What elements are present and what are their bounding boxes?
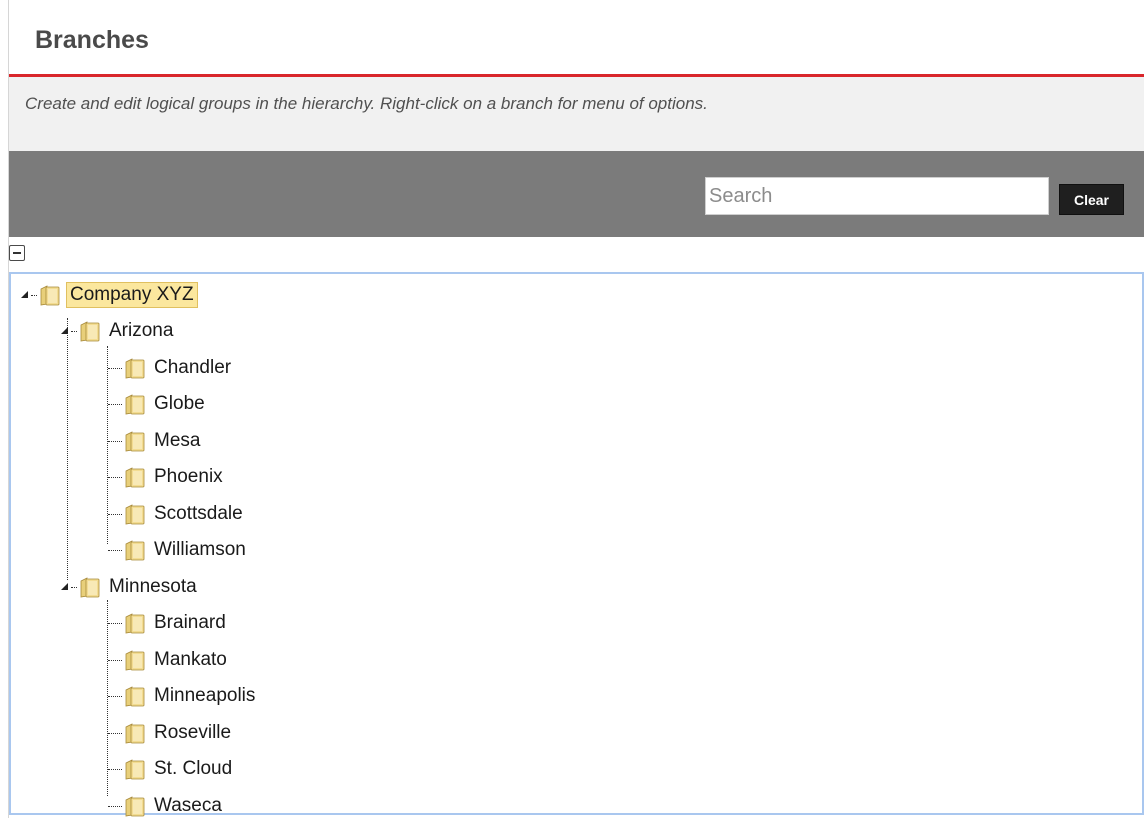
- tree-node-root[interactable]: Company XYZ: [21, 280, 198, 310]
- tree-node-leaf[interactable]: Waseca: [108, 791, 225, 821]
- tree-connector: [108, 768, 122, 770]
- tree-connector: [108, 403, 122, 405]
- clear-button[interactable]: Clear: [1059, 184, 1124, 215]
- folder-icon: [80, 320, 100, 342]
- branches-panel: Branches Create and edit logical groups …: [8, 0, 1144, 818]
- description-bar: Create and edit logical groups in the hi…: [9, 77, 1144, 151]
- tree-node-label[interactable]: Roseville: [151, 720, 234, 746]
- tree-connector: [71, 330, 77, 332]
- folder-icon: [125, 539, 145, 561]
- tree-node-label[interactable]: Mankato: [151, 647, 230, 673]
- folder-icon: [40, 284, 60, 306]
- folder-icon: [125, 393, 145, 415]
- tree-connector: [108, 513, 122, 515]
- tree-node-leaf[interactable]: Brainard: [108, 608, 229, 638]
- folder-icon: [125, 612, 145, 634]
- tree-node-leaf[interactable]: Globe: [108, 389, 208, 419]
- tree-node-label[interactable]: Mesa: [151, 428, 203, 454]
- expand-toggle-icon[interactable]: [21, 288, 31, 302]
- tree-node-label[interactable]: St. Cloud: [151, 756, 235, 782]
- tree-node-label[interactable]: Chandler: [151, 355, 234, 381]
- collapse-all-button[interactable]: [9, 245, 25, 261]
- tree-connector: [108, 367, 122, 369]
- tree-node-label[interactable]: Brainard: [151, 610, 229, 636]
- folder-icon: [125, 649, 145, 671]
- tree-node-group[interactable]: Minnesota: [61, 572, 200, 602]
- tree-node-leaf[interactable]: Minneapolis: [108, 681, 258, 711]
- description-text: Create and edit logical groups in the hi…: [25, 94, 708, 113]
- tree-connector: [108, 440, 122, 442]
- folder-icon: [125, 430, 145, 452]
- search-toolbar: Clear: [9, 151, 1144, 237]
- tree-connector: [108, 659, 122, 661]
- tree-connector: [108, 549, 122, 551]
- tree-node-label[interactable]: Globe: [151, 391, 208, 417]
- expand-toggle-icon[interactable]: [61, 324, 71, 338]
- tree-node-label[interactable]: Phoenix: [151, 464, 226, 490]
- tree-connector: [108, 622, 122, 624]
- tree-connector: [108, 476, 122, 478]
- folder-icon: [125, 466, 145, 488]
- branch-tree: Company XYZ Arizona Chandler Globe Mesa Phoen…: [9, 272, 1144, 817]
- tree-connector: [31, 294, 37, 296]
- folder-icon: [125, 357, 145, 379]
- tree-node-leaf[interactable]: Mankato: [108, 645, 230, 675]
- tree-connector: [108, 695, 122, 697]
- expand-toggle-icon[interactable]: [61, 580, 71, 594]
- tree-connector: [71, 586, 77, 588]
- tree-node-label[interactable]: Arizona: [106, 318, 176, 344]
- folder-icon: [125, 722, 145, 744]
- tree-connector: [108, 805, 122, 807]
- tree-node-leaf[interactable]: Phoenix: [108, 462, 226, 492]
- folder-icon: [80, 576, 100, 598]
- page-title: Branches: [35, 26, 149, 54]
- folder-icon: [125, 503, 145, 525]
- tree-node-leaf[interactable]: Williamson: [108, 535, 249, 565]
- tree-connector-root: [67, 318, 68, 580]
- search-input[interactable]: [705, 177, 1049, 215]
- tree-node-label[interactable]: Company XYZ: [66, 282, 198, 308]
- tree-node-leaf[interactable]: Chandler: [108, 353, 234, 383]
- tree-node-leaf[interactable]: Mesa: [108, 426, 203, 456]
- folder-icon: [125, 795, 145, 817]
- tree-node-leaf[interactable]: St. Cloud: [108, 754, 235, 784]
- tree-node-label[interactable]: Minneapolis: [151, 683, 258, 709]
- folder-icon: [125, 758, 145, 780]
- folder-icon: [125, 685, 145, 707]
- tree-node-label[interactable]: Waseca: [151, 793, 225, 819]
- tree-node-leaf[interactable]: Scottsdale: [108, 499, 246, 529]
- tree-connector: [108, 732, 122, 734]
- panel-header: Branches: [9, 0, 1144, 77]
- tree-node-label[interactable]: Scottsdale: [151, 501, 246, 527]
- tree-node-label[interactable]: Williamson: [151, 537, 249, 563]
- tree-node-group[interactable]: Arizona: [61, 316, 176, 346]
- tree-node-label[interactable]: Minnesota: [106, 574, 200, 600]
- tree-node-leaf[interactable]: Roseville: [108, 718, 234, 748]
